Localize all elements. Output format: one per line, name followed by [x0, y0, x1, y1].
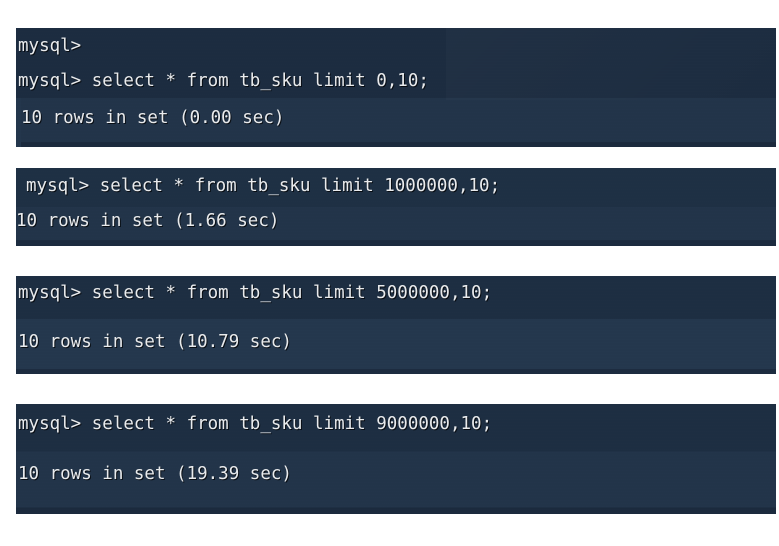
mysql-console-block-offset-9000000[interactable]: mysql> select * from tb_sku limit 900000…	[16, 404, 776, 514]
console-sheen-overlay	[446, 28, 776, 100]
console-result-line: 10 rows in set (19.39 sec)	[18, 464, 292, 484]
console-result-line: 10 rows in set (0.00 sec)	[21, 108, 285, 128]
console-result-line: 10 rows in set (1.66 sec)	[16, 211, 280, 231]
console-query-line: mysql> select * from tb_sku limit 0,10;	[18, 71, 429, 91]
mysql-console-block-offset-1000000[interactable]: mysql> select * from tb_sku limit 100000…	[16, 168, 776, 246]
mysql-console-block-offset-5000000[interactable]: mysql> select * from tb_sku limit 500000…	[16, 276, 776, 374]
console-query-line: mysql> select * from tb_sku limit 100000…	[26, 176, 501, 196]
screenshot-canvas: mysql> mysql> select * from tb_sku limit…	[0, 0, 779, 546]
mysql-console-block-offset-0[interactable]: mysql> mysql> select * from tb_sku limit…	[16, 28, 776, 147]
console-query-line: mysql> select * from tb_sku limit 500000…	[18, 283, 493, 303]
console-query-line: mysql> select * from tb_sku limit 900000…	[18, 414, 493, 434]
console-prompt-line: mysql>	[18, 36, 82, 56]
console-result-line: 10 rows in set (10.79 sec)	[18, 332, 292, 352]
